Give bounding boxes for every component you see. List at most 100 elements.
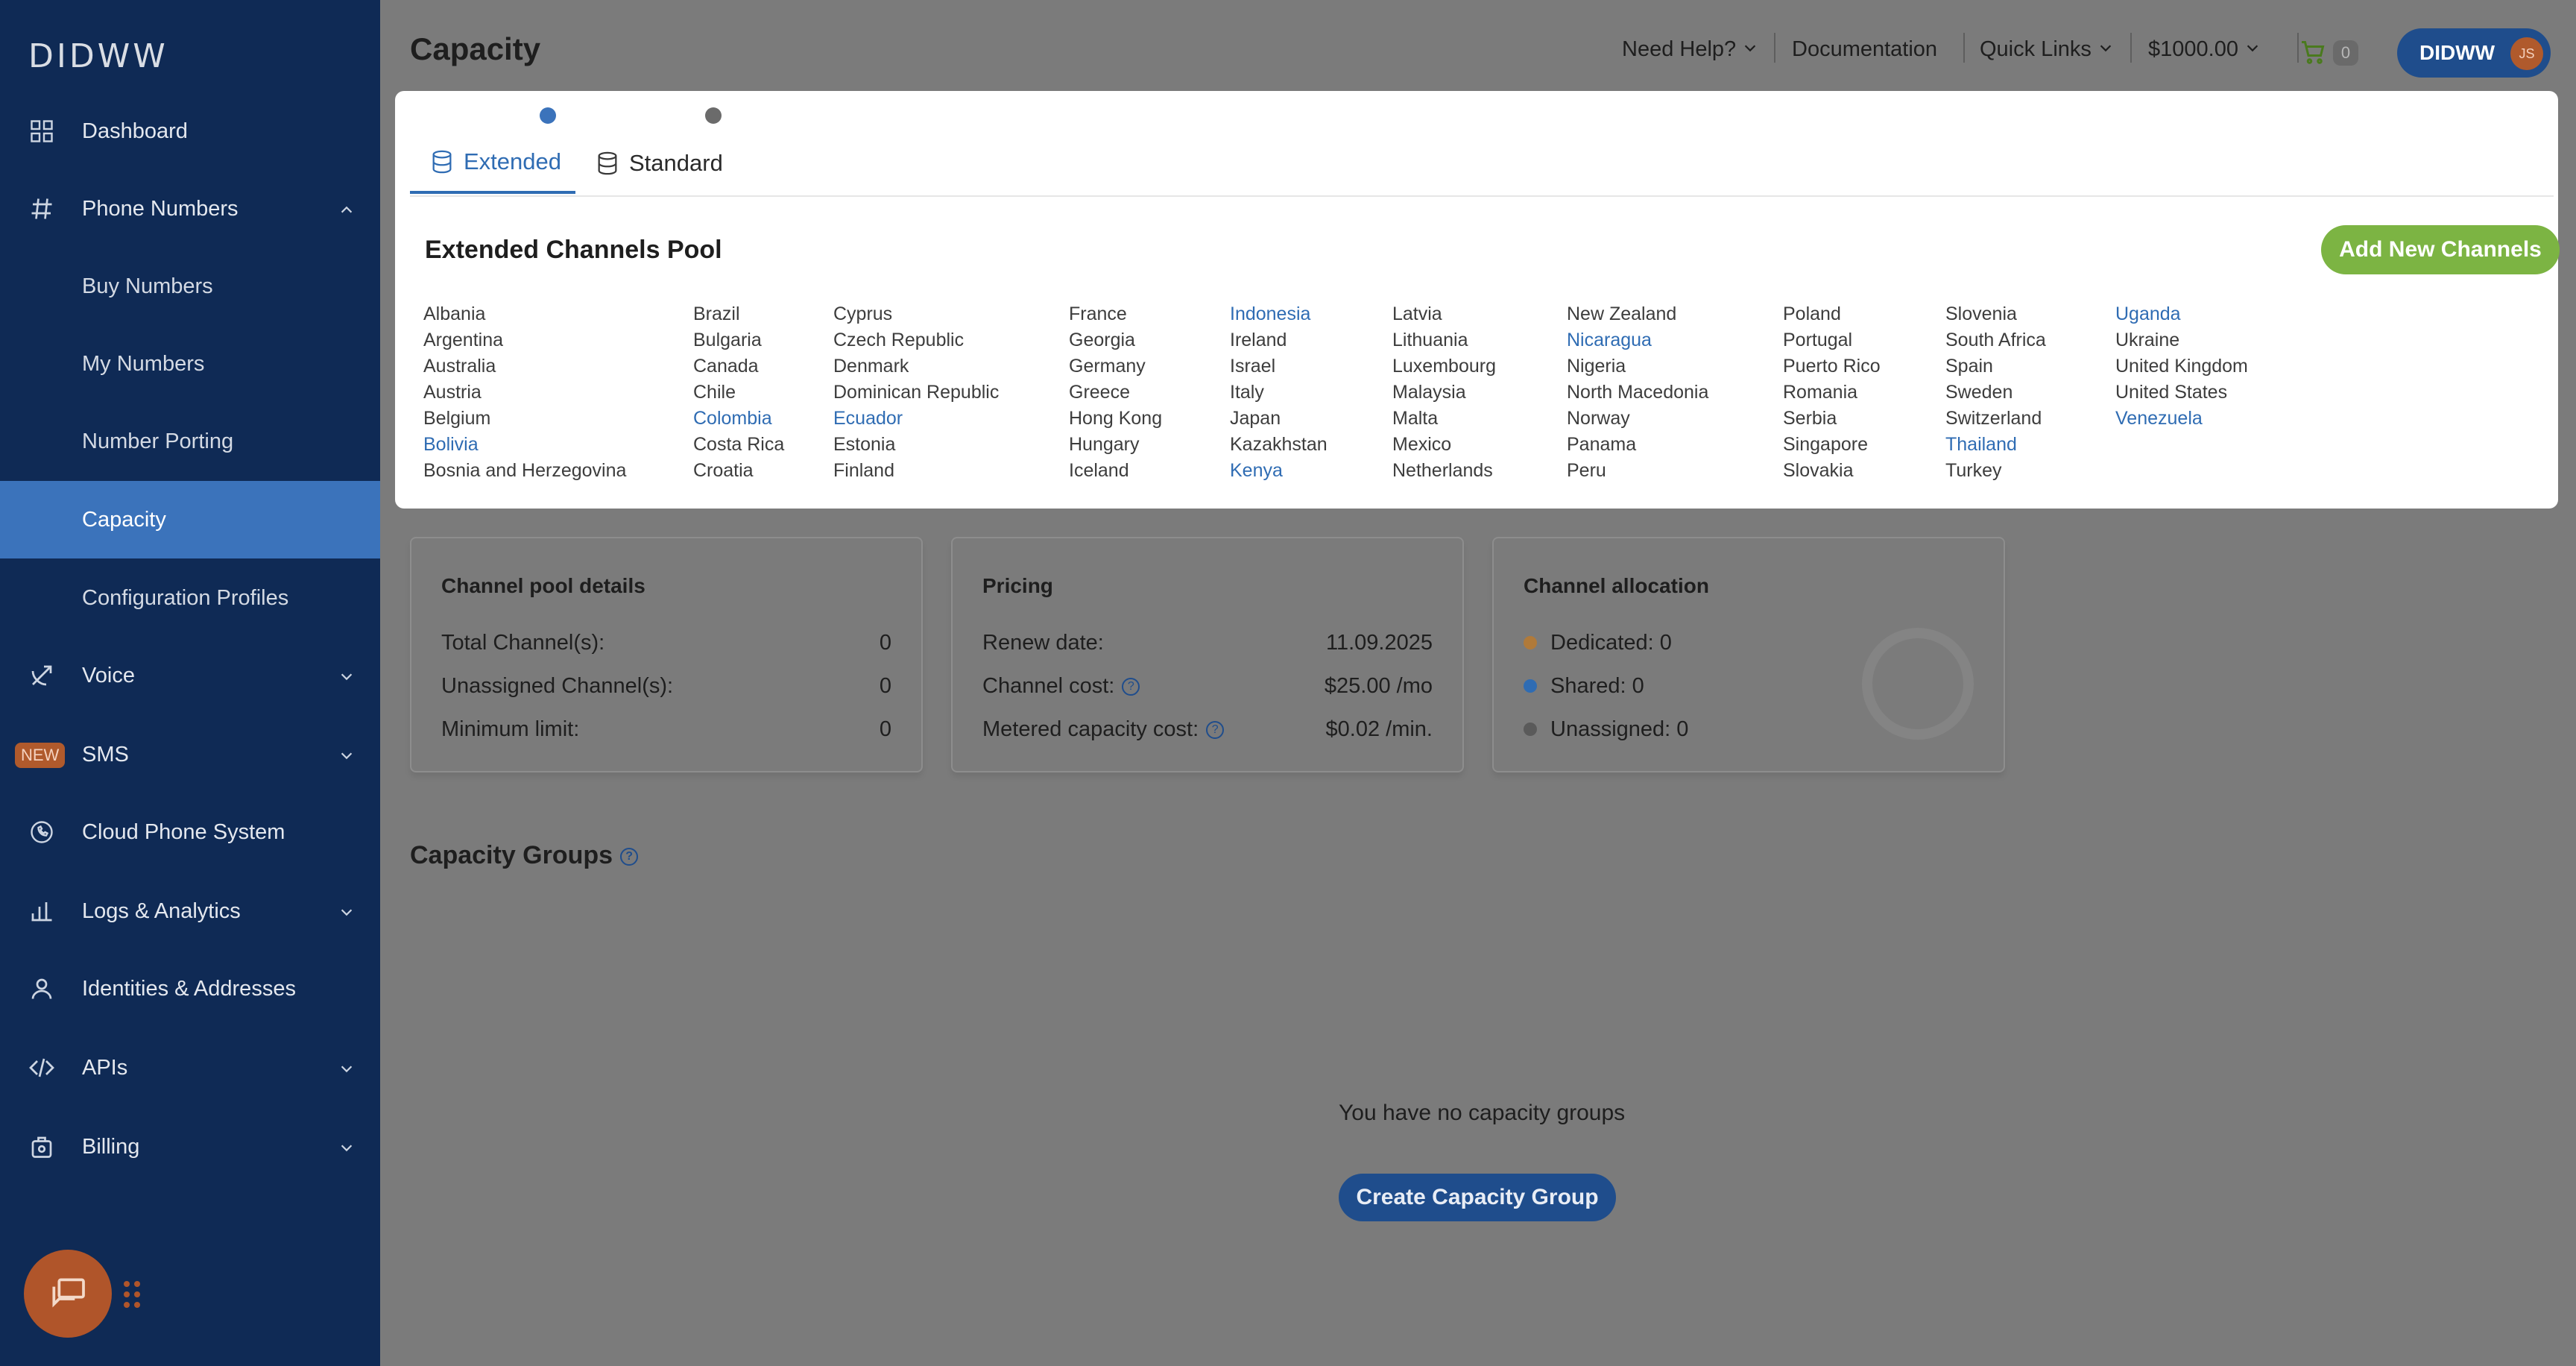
- new-badge: NEW: [15, 743, 66, 768]
- country-name: Greece: [1069, 382, 1130, 403]
- detail-row: Minimum limit: 0: [441, 714, 891, 744]
- pricing-row: Renew date: 11.09.2025: [982, 628, 1433, 658]
- row-value: 0: [879, 630, 891, 655]
- divider: [1963, 33, 1965, 63]
- sidebar-item-voice[interactable]: Voice: [0, 637, 380, 714]
- country-column: Albania Argentina Australia Austria Belgium B…: [423, 301, 626, 484]
- country-column: Poland Portugal Puerto Rico Romania Serbia Si…: [1783, 301, 1881, 484]
- row-value: $0.02 /min.: [1325, 717, 1433, 741]
- empty-state-text: You have no capacity groups: [1339, 1101, 1626, 1125]
- country-name: Singapore: [1783, 434, 1868, 455]
- chevron-down-icon: [2100, 45, 2112, 52]
- documentation-link[interactable]: Documentation: [1792, 37, 1937, 62]
- country-name: Malta: [1392, 408, 1439, 429]
- chevron-down-icon: [2247, 45, 2258, 52]
- country-name: France: [1069, 303, 1127, 324]
- channel-pool-details-card: Channel pool details Total Channel(s): 0 …: [410, 537, 923, 772]
- sidebar-item-capacity[interactable]: Capacity: [0, 481, 380, 558]
- sidebar-item-dashboard[interactable]: Dashboard: [0, 92, 380, 170]
- chat-icon: [52, 1278, 85, 1308]
- sidebar-item-number-porting[interactable]: Number Porting: [0, 403, 380, 480]
- row-label: Channel cost:: [982, 673, 1115, 698]
- country-link[interactable]: Uganda: [2115, 301, 2248, 327]
- country-link[interactable]: Venezuela: [2115, 406, 2248, 432]
- channel-allocation-card: Channel allocation Dedicated: 0 Shared: …: [1492, 537, 2005, 772]
- page-title: Capacity: [410, 31, 541, 66]
- country-name: Turkey: [1945, 460, 2002, 481]
- country-name: Panama: [1567, 434, 1637, 455]
- row-value: 11.09.2025: [1326, 630, 1433, 655]
- capacity-groups-title: Capacity Groups?: [410, 841, 639, 870]
- country-name: Spain: [1945, 356, 1993, 377]
- sidebar-item-cloud-phone-system[interactable]: Cloud Phone System: [0, 793, 380, 871]
- legend-label: Dedicated: 0: [1550, 630, 1672, 655]
- cart-count-badge: 0: [2333, 40, 2358, 66]
- country-link[interactable]: Thailand: [1945, 432, 2046, 458]
- chat-button[interactable]: [24, 1250, 112, 1338]
- country-link[interactable]: Indonesia: [1230, 301, 1328, 327]
- sidebar-item-buy-numbers[interactable]: Buy Numbers: [0, 248, 380, 325]
- country-name: Germany: [1069, 356, 1146, 377]
- quick-links-menu[interactable]: Quick Links: [1980, 37, 2114, 62]
- country-link[interactable]: Colombia: [693, 406, 784, 432]
- sidebar-item-label: Identities & Addresses: [82, 976, 296, 1001]
- country-name: Costa Rica: [693, 434, 785, 455]
- country-name: Slovakia: [1783, 460, 1854, 481]
- sidebar-item-identities-addresses[interactable]: Identities & Addresses: [0, 950, 380, 1027]
- help-icon[interactable]: ?: [1122, 677, 1140, 696]
- pricing-card: Pricing Renew date: 11.09.2025 Channel co…: [951, 537, 1464, 772]
- allocation-donut: [1862, 628, 1974, 740]
- legend-label: Unassigned: 0: [1550, 717, 1689, 741]
- phone-icon: [31, 821, 53, 843]
- sidebar-item-logs-analytics[interactable]: Logs & Analytics: [0, 872, 380, 950]
- country-name: Bulgaria: [693, 330, 762, 350]
- country-link[interactable]: Ecuador: [833, 406, 999, 432]
- tab-extended[interactable]: Extended: [410, 133, 575, 194]
- country-link[interactable]: Nicaragua: [1567, 327, 1708, 353]
- country-name: Dominican Republic: [833, 382, 1000, 403]
- country-name: Puerto Rico: [1783, 356, 1881, 377]
- sidebar-item-label: Number Porting: [82, 429, 234, 453]
- sidebar-item-billing[interactable]: Billing: [0, 1108, 380, 1186]
- help-icon[interactable]: ?: [1206, 720, 1225, 739]
- row-value: $25.00 /mo: [1324, 673, 1433, 698]
- sidebar-item-sms[interactable]: NEW SMS: [0, 716, 380, 793]
- cart-icon[interactable]: [2299, 39, 2327, 66]
- sidebar-item-phone-numbers[interactable]: Phone Numbers: [0, 170, 380, 248]
- sidebar-item-my-numbers[interactable]: My Numbers: [0, 325, 380, 403]
- country-name: Latvia: [1392, 303, 1442, 324]
- country-link[interactable]: Kenya: [1230, 458, 1328, 484]
- balance-menu[interactable]: $1000.00: [2148, 37, 2261, 62]
- country-link[interactable]: Bolivia: [423, 432, 626, 458]
- country-name: Iceland: [1069, 460, 1129, 481]
- help-icon[interactable]: ?: [620, 848, 639, 866]
- tab-standard[interactable]: Standard: [595, 133, 723, 194]
- database-icon: [598, 151, 617, 175]
- country-name: Nigeria: [1567, 356, 1626, 377]
- need-help-menu[interactable]: Need Help?: [1622, 37, 1758, 62]
- country-name: Luxembourg: [1392, 356, 1496, 377]
- country-column: New Zealand Nicaragua Nigeria North Macedon…: [1567, 301, 1708, 484]
- card-title: Channel allocation: [1524, 574, 1709, 597]
- add-new-channels-button[interactable]: Add New Channels: [2321, 225, 2560, 274]
- sidebar-item-apis[interactable]: APIs: [0, 1029, 380, 1107]
- country-name: Croatia: [693, 460, 754, 481]
- row-label: Unassigned Channel(s):: [441, 673, 674, 698]
- country-name: Finland: [833, 460, 894, 481]
- sidebar-item-configuration-profiles[interactable]: Configuration Profiles: [0, 559, 380, 637]
- country-name: Canada: [693, 356, 759, 377]
- chevron-down-icon: [341, 673, 353, 681]
- country-name: Sweden: [1945, 382, 2013, 403]
- drag-handle-icon[interactable]: [122, 1280, 142, 1309]
- country-column: Slovenia South Africa Spain Sweden Switzerla…: [1945, 301, 2046, 484]
- create-capacity-group-button[interactable]: Create Capacity Group: [1339, 1174, 1616, 1221]
- logo[interactable]: DIDWW: [28, 37, 168, 75]
- unassigned-dot: [1524, 723, 1537, 736]
- divider: [2130, 33, 2132, 63]
- row-label: Renew date:: [982, 630, 1104, 655]
- country-name: Czech Republic: [833, 330, 965, 350]
- country-column: Brazil Bulgaria Canada Chile Colombia Costa R…: [693, 301, 784, 484]
- country-name: Estonia: [833, 434, 896, 455]
- chevron-down-icon: [1745, 45, 1756, 52]
- account-menu-button[interactable]: DIDWW JS: [2397, 28, 2551, 78]
